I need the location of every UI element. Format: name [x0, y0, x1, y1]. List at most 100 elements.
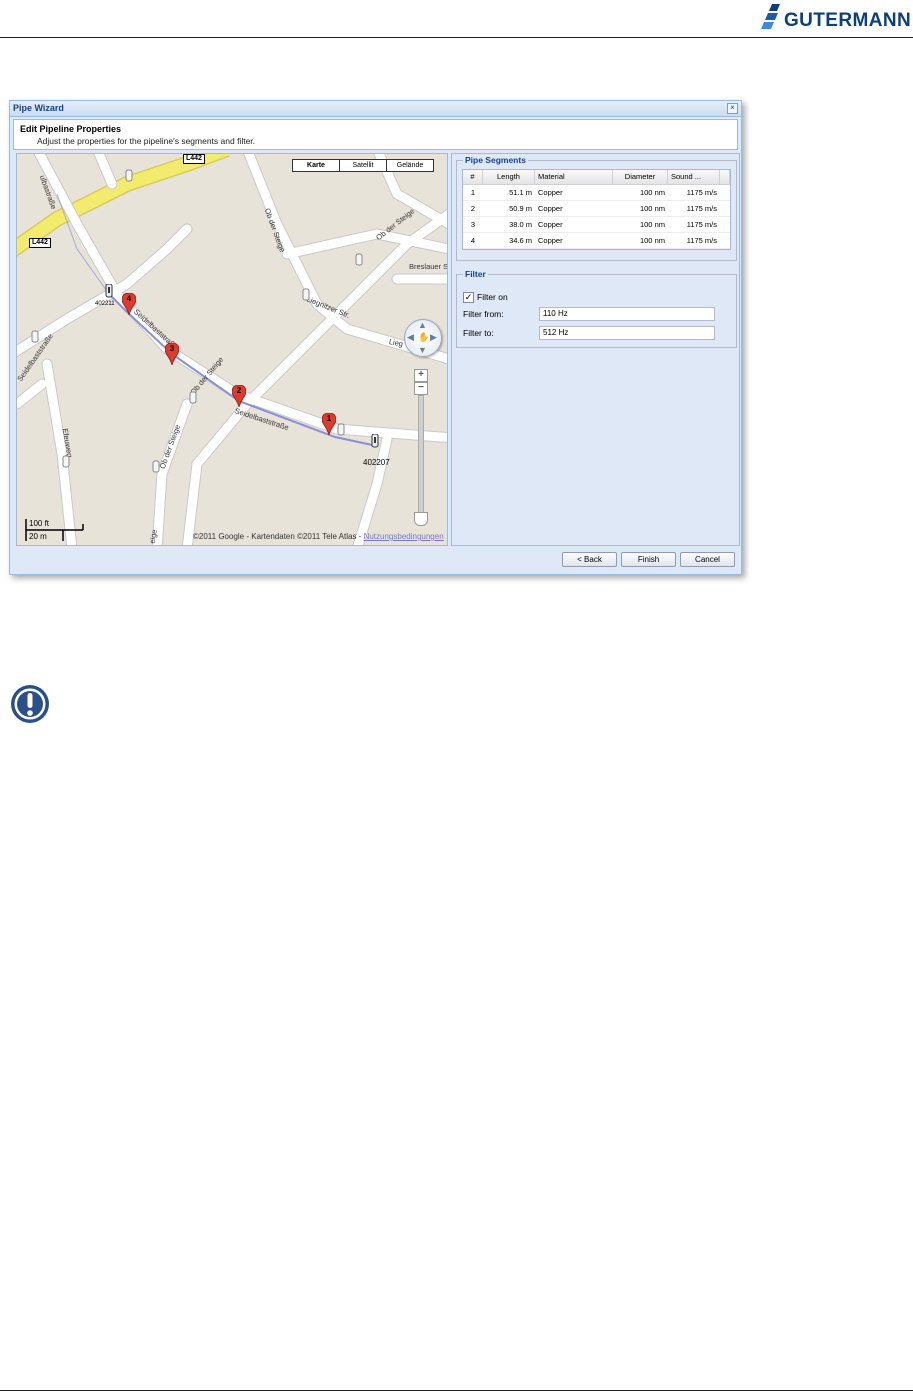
- cell-length: 38.0 m: [509, 220, 532, 229]
- road-shield-l442: L442: [183, 154, 205, 164]
- gutermann-logo-icon: [761, 4, 780, 29]
- pin-number: 1: [326, 414, 332, 423]
- segment-pin-1[interactable]: 1: [321, 412, 337, 436]
- valve-marker-icon[interactable]: [337, 422, 345, 438]
- table-row[interactable]: 2 50.9 m Copper 100 nm 1175 m/s: [463, 201, 730, 217]
- table-row[interactable]: 1 51.1 m Copper 100 nm 1175 m/s: [463, 185, 730, 201]
- cell-length: 34.6 m: [509, 236, 532, 245]
- terms-link[interactable]: Nutzungsbedingungen: [364, 532, 444, 541]
- pin-number: 3: [169, 344, 175, 353]
- pipe-segments-legend: Pipe Segments: [463, 155, 528, 165]
- filter-legend: Filter: [463, 269, 488, 279]
- map-view[interactable]: L442 L442 ulbastraße Seidelbaststraße Se…: [16, 153, 448, 546]
- brand-name: GUTERMANN: [784, 10, 912, 31]
- valve-marker-icon[interactable]: [355, 252, 363, 268]
- segment-pin-4[interactable]: 4: [121, 292, 137, 316]
- filter-from-input[interactable]: 110 Hz: [539, 307, 715, 321]
- column-header-material[interactable]: Material: [535, 170, 613, 184]
- column-header-spacer: [720, 170, 730, 184]
- valve-marker-icon[interactable]: [125, 168, 133, 184]
- valve-marker-icon[interactable]: [62, 454, 70, 470]
- cell-number: 1: [470, 188, 476, 197]
- column-header-sound[interactable]: Sound ...: [668, 170, 720, 184]
- zoom-handle[interactable]: [414, 512, 428, 526]
- footer-rule: [0, 1390, 913, 1391]
- pipe-wizard-dialog: Pipe Wizard × Edit Pipeline Properties A…: [9, 100, 742, 575]
- zoom-out-icon[interactable]: −: [414, 382, 428, 395]
- sensor-label: 402211: [95, 301, 115, 307]
- cell-length: 50.9 m: [509, 204, 532, 213]
- pipe-segments-grid: # Length Material Diameter Sound ... 1 5…: [462, 169, 731, 250]
- map-type-selector: Karte Satellit Gelände: [292, 159, 434, 172]
- copyright-text: ©2011 Google - Kartendaten ©2011 Tele At…: [193, 532, 364, 541]
- cell-material: Copper: [538, 188, 563, 197]
- properties-panel: Pipe Segments # Length Material Diameter…: [451, 153, 740, 546]
- pin-number: 4: [126, 294, 132, 303]
- dialog-titlebar[interactable]: Pipe Wizard ×: [10, 101, 741, 117]
- gutermann-logo: GUTERMANN: [760, 2, 912, 36]
- map-zoom-slider: + −: [414, 369, 428, 529]
- scale-feet: 100 ft: [29, 519, 50, 528]
- cell-diameter: 100 nm: [639, 236, 665, 245]
- cell-sound-speed: 1175 m/s: [686, 204, 717, 213]
- important-notice-icon: [11, 685, 49, 723]
- hand-icon[interactable]: ✋: [418, 333, 429, 342]
- cell-material: Copper: [538, 236, 563, 245]
- filter-to-input[interactable]: 512 Hz: [539, 326, 715, 340]
- column-header-length[interactable]: Length: [483, 170, 535, 184]
- sensor-marker-icon[interactable]: [105, 284, 113, 300]
- valve-marker-icon[interactable]: [302, 287, 310, 303]
- table-row[interactable]: 3 38.0 m Copper 100 nm 1175 m/s: [463, 217, 730, 233]
- cell-number: 2: [470, 204, 476, 213]
- wizard-step-description: Adjust the properties for the pipeline's…: [37, 136, 256, 146]
- pin-number: 2: [236, 386, 242, 395]
- wizard-header: Edit Pipeline Properties Adjust the prop…: [13, 119, 738, 150]
- column-header-diameter[interactable]: Diameter: [613, 170, 668, 184]
- map-scale-bar: 100 ft 20 m: [25, 517, 85, 543]
- cell-sound-speed: 1175 m/s: [686, 188, 717, 197]
- cell-material: Copper: [538, 220, 563, 229]
- cell-sound-speed: 1175 m/s: [686, 236, 717, 245]
- cell-sound-speed: 1175 m/s: [686, 220, 717, 229]
- cell-length: 51.1 m: [509, 188, 532, 197]
- finish-button[interactable]: Finish: [621, 552, 676, 567]
- back-button[interactable]: < Back: [562, 552, 617, 567]
- pan-left-icon[interactable]: ◀: [407, 333, 414, 342]
- map-roads: [17, 154, 447, 545]
- segment-pin-2[interactable]: 2: [231, 384, 247, 408]
- map-pan-control[interactable]: ▲ ▼ ◀ ▶ ✋: [404, 319, 442, 357]
- cell-diameter: 100 nm: [639, 220, 665, 229]
- table-row[interactable]: 4 34.6 m Copper 100 nm 1175 m/s: [463, 233, 730, 249]
- close-icon[interactable]: ×: [727, 103, 738, 114]
- valve-marker-icon[interactable]: [152, 459, 160, 475]
- map-type-gelaende[interactable]: Gelände: [386, 159, 434, 172]
- header-rule: [0, 37, 913, 38]
- filter-fieldset: Filter ✓ Filter on Filter from: 110 Hz F…: [456, 269, 737, 348]
- valve-marker-icon[interactable]: [189, 390, 197, 406]
- valve-marker-icon[interactable]: [31, 329, 39, 345]
- column-header-number[interactable]: #: [463, 170, 483, 184]
- pan-down-icon[interactable]: ▼: [418, 346, 427, 355]
- cell-diameter: 100 nm: [639, 188, 665, 197]
- map-type-karte[interactable]: Karte: [292, 159, 340, 172]
- scale-meters: 20 m: [29, 532, 47, 541]
- segment-pin-3[interactable]: 3: [164, 342, 180, 366]
- map-type-satellit[interactable]: Satellit: [339, 159, 387, 172]
- grid-header: # Length Material Diameter Sound ...: [463, 170, 730, 185]
- cell-material: Copper: [538, 204, 563, 213]
- sensor-label: 402207: [363, 458, 390, 467]
- pan-right-icon[interactable]: ▶: [430, 333, 437, 342]
- sensor-marker-icon[interactable]: [371, 434, 379, 450]
- cell-number: 4: [470, 236, 476, 245]
- filter-from-label: Filter from:: [463, 309, 504, 319]
- road-shield-l442: L442: [29, 238, 51, 248]
- pipe-segments-fieldset: Pipe Segments # Length Material Diameter…: [456, 155, 737, 261]
- map-copyright: ©2011 Google - Kartendaten ©2011 Tele At…: [193, 532, 444, 541]
- cell-number: 3: [470, 220, 476, 229]
- zoom-in-icon[interactable]: +: [414, 369, 428, 382]
- pan-up-icon[interactable]: ▲: [418, 321, 427, 330]
- zoom-track[interactable]: [418, 395, 424, 517]
- cancel-button[interactable]: Cancel: [680, 552, 735, 567]
- filter-on-checkbox[interactable]: ✓: [463, 292, 474, 303]
- dialog-title: Pipe Wizard: [13, 103, 64, 113]
